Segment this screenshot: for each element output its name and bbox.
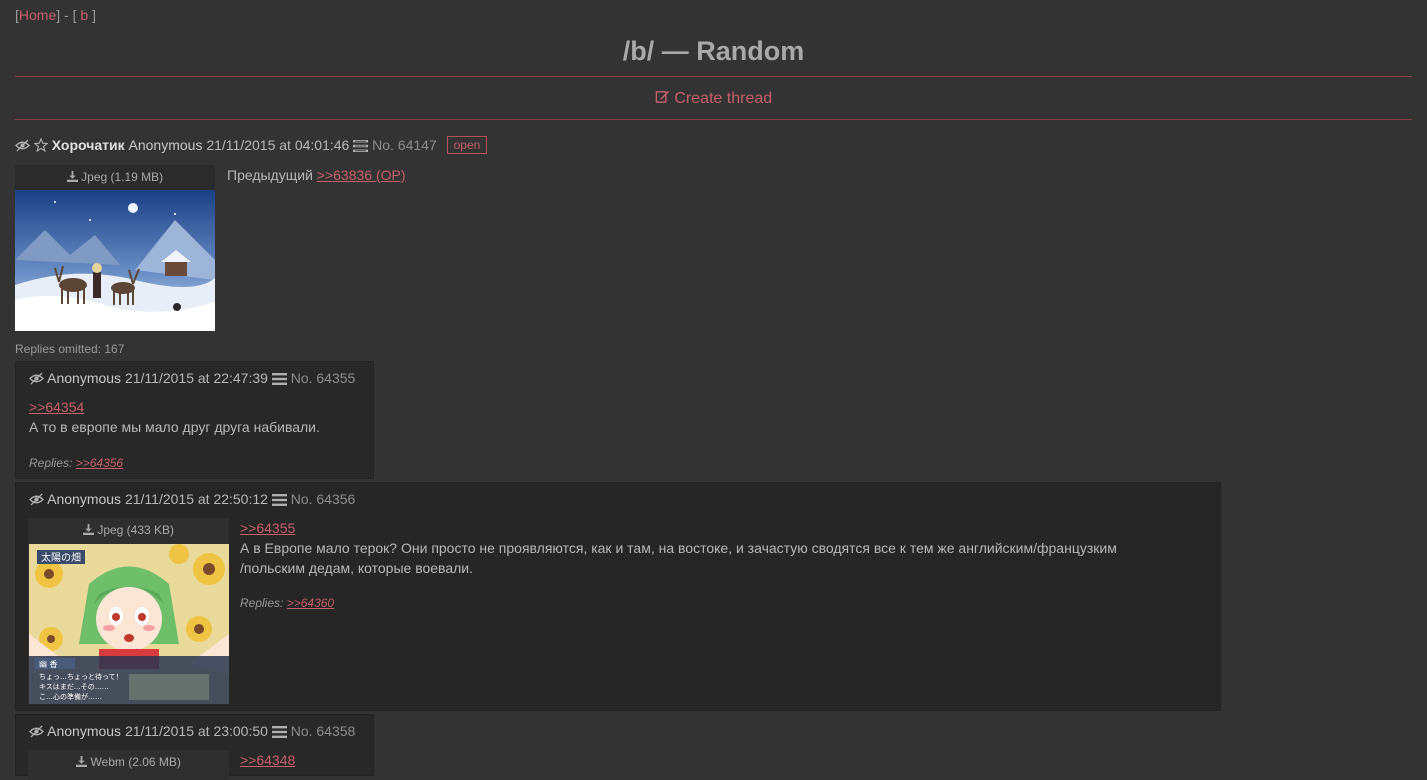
reply-image-thumbnail[interactable]: 太陽の畑 幽 香 ちょっ…ちょっと待って！ キスはまだ…その…… こ…心の準備が… <box>29 544 229 704</box>
op-post-body: Предыдущий >>63836 (OP) <box>227 165 406 185</box>
post-number[interactable]: No. 64147 <box>372 137 437 153</box>
menu-icon[interactable] <box>271 373 287 385</box>
post-date: 21/11/2015 at 04:01:46 <box>206 137 350 153</box>
thread-subject: Хорочатик <box>51 137 125 153</box>
thumb-dialogue-line-2: キスはまだ…その…… <box>39 683 109 691</box>
reply-file-info-text: Webm (2.06 MB) <box>90 755 181 769</box>
post-date: 21/11/2015 at 23:00:50 <box>124 723 268 739</box>
menu-icon[interactable] <box>353 140 369 152</box>
reply-post-64355: Anonymous 21/11/2015 at 22:47:39 No. 643… <box>15 361 374 479</box>
reply-file-info-text: Jpeg (433 KB) <box>97 523 175 537</box>
thumb-speaker-name: 幽 香 <box>39 659 58 669</box>
reply-post-64356: Anonymous 21/11/2015 at 22:50:12 No. 643… <box>15 482 1221 711</box>
board-link[interactable]: b <box>80 7 88 23</box>
create-thread-label: Create thread <box>674 90 773 107</box>
quote-link[interactable]: >>64355 <box>240 520 295 536</box>
op-file-info-text: Jpeg (1.19 MB) <box>81 170 164 184</box>
reply-body: >>64354 А то в европе мы мало друг друга… <box>29 397 320 437</box>
post-date: 21/11/2015 at 22:47:39 <box>124 370 268 386</box>
menu-icon[interactable] <box>271 726 287 738</box>
reply-file-info[interactable]: Jpeg (433 KB) <box>28 518 229 543</box>
reply-body: >>64348 <box>240 750 295 770</box>
op-file-info[interactable]: Jpeg (1.19 MB) <box>15 165 215 190</box>
post-date: 21/11/2015 at 22:50:12 <box>124 491 268 507</box>
quote-link[interactable]: >>64354 <box>29 399 84 415</box>
download-icon <box>66 171 78 182</box>
bottom-divider <box>15 119 1412 120</box>
edit-icon <box>655 90 669 103</box>
replies-omitted: Replies omitted: 167 <box>15 342 125 356</box>
reply-file-info[interactable]: Webm (2.06 MB) <box>28 750 229 775</box>
op-image-thumbnail[interactable] <box>15 190 215 331</box>
backlinks: Replies: >>64356 <box>29 456 123 470</box>
top-divider <box>15 76 1412 77</box>
hide-post-icon[interactable] <box>29 372 44 385</box>
post-number[interactable]: No. 64356 <box>291 491 356 507</box>
backlinks: Replies: >>64360 <box>240 596 334 610</box>
create-thread-link[interactable]: Create thread <box>655 90 772 107</box>
poster-name: Anonymous <box>47 370 122 386</box>
reply-file-box: Jpeg (433 KB) 太陽の畑 幽 香 ちょっ…ちょっと待って！ キスはま… <box>28 518 229 704</box>
backlink[interactable]: >>64356 <box>76 456 123 470</box>
poster-name: Anonymous <box>47 723 122 739</box>
reply-header: Anonymous 21/11/2015 at 23:00:50 No. 643… <box>29 723 355 739</box>
post-number[interactable]: No. 64355 <box>291 370 356 386</box>
quote-link[interactable]: >>64348 <box>240 752 295 768</box>
thumb-dialogue-line-3: こ…心の準備が…… <box>39 692 102 701</box>
download-icon <box>76 756 88 767</box>
op-post-header: Хорочатик Anonymous 21/11/2015 at 04:01:… <box>15 136 488 154</box>
download-icon <box>82 524 94 535</box>
board-title: /b/ — Random <box>622 36 805 66</box>
reply-file-box: Webm (2.06 MB) <box>28 750 229 780</box>
backlink[interactable]: >>64360 <box>287 596 334 610</box>
breadcrumb-nav: [Home] - [ b ] <box>15 7 96 23</box>
thread-status-badge: open <box>446 136 488 154</box>
reply-text: А то в европе мы мало друг друга набивал… <box>29 419 320 435</box>
thumb-location-tag: 太陽の畑 <box>41 551 81 564</box>
reply-body: >>64355 А в Европе мало терок? Они прост… <box>240 518 1200 578</box>
reply-text-line-1: А в Европе мало терок? Они просто не про… <box>240 540 1117 556</box>
home-link[interactable]: Home <box>19 7 56 23</box>
hide-post-icon[interactable] <box>29 725 44 738</box>
reply-header: Anonymous 21/11/2015 at 22:47:39 No. 643… <box>29 370 355 386</box>
hide-post-icon[interactable] <box>29 493 44 506</box>
poster-name: Anonymous <box>47 491 122 507</box>
poster-name: Anonymous <box>128 137 203 153</box>
create-thread-bar: Create thread <box>0 89 1427 108</box>
op-text: Предыдущий <box>227 167 313 183</box>
menu-icon[interactable] <box>271 494 287 506</box>
op-file-box: Jpeg (1.19 MB) <box>15 165 215 331</box>
op-quote-link[interactable]: >>63836 (OP) <box>317 167 406 183</box>
reply-text-line-2: /польским дедам, которые воевали. <box>240 560 474 576</box>
hide-post-icon[interactable] <box>15 139 30 152</box>
backlinks-label: Replies: <box>240 596 284 610</box>
post-number[interactable]: No. 64358 <box>291 723 356 739</box>
backlinks-label: Replies: <box>29 456 73 470</box>
nav-bracket-close: ] <box>92 7 96 23</box>
thumb-dialogue-line-1: ちょっ…ちょっと待って！ <box>39 672 123 681</box>
reply-header: Anonymous 21/11/2015 at 22:50:12 No. 643… <box>29 491 355 507</box>
star-icon[interactable] <box>33 138 48 152</box>
nav-separator: ] - [ <box>56 7 77 23</box>
reply-post-64358: Anonymous 21/11/2015 at 23:00:50 No. 643… <box>15 714 374 780</box>
